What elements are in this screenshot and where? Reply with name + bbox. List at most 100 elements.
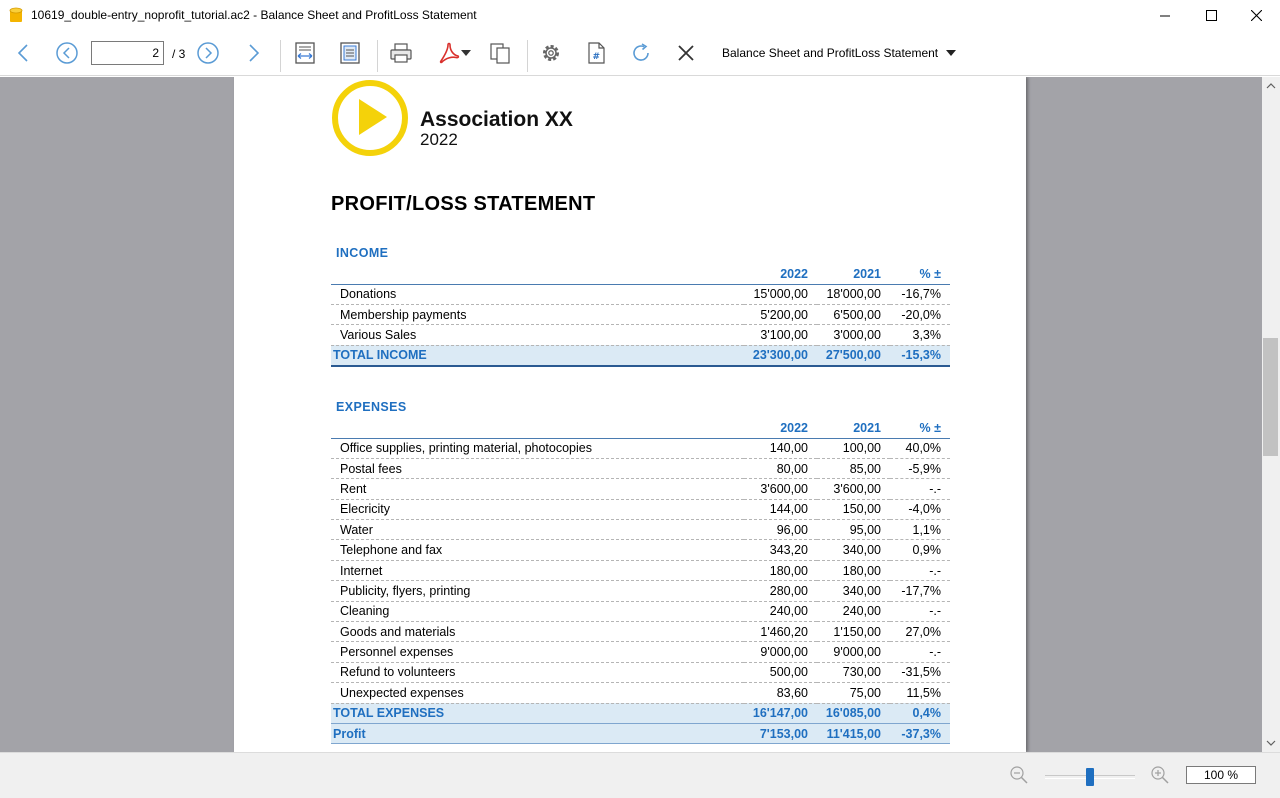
total-pct: 0,4% bbox=[890, 703, 950, 724]
table-row: Goods and materials 1'460,20 1'150,00 27,0% bbox=[331, 621, 950, 643]
next-page-button[interactable] bbox=[196, 38, 220, 68]
export-pdf-button[interactable] bbox=[432, 38, 476, 68]
row-label: Cleaning bbox=[331, 601, 744, 623]
caret-down-icon bbox=[946, 50, 957, 56]
table-row: Office supplies, printing material, phot… bbox=[331, 438, 950, 459]
table-row: Postal fees 80,00 85,00 -5,9% bbox=[331, 458, 950, 480]
value-2021: 95,00 bbox=[817, 519, 890, 541]
value-2021: 3'600,00 bbox=[817, 478, 890, 500]
value-pct: -17,7% bbox=[890, 580, 950, 602]
minimize-button[interactable] bbox=[1142, 0, 1188, 31]
column-header-description bbox=[331, 264, 744, 285]
scroll-up-icon[interactable] bbox=[1262, 79, 1280, 93]
row-label: Rent bbox=[331, 478, 744, 500]
play-logo-icon bbox=[359, 99, 387, 135]
next-button[interactable] bbox=[243, 38, 265, 68]
value-pct: -31,5% bbox=[890, 662, 950, 684]
value-2021: 9'000,00 bbox=[817, 641, 890, 663]
value-pct: 0,9% bbox=[890, 539, 950, 561]
value-pct: -.- bbox=[890, 641, 950, 663]
zoom-in-icon[interactable] bbox=[1150, 765, 1170, 785]
column-header-pct: % ± bbox=[890, 418, 950, 439]
total-2021: 16'085,00 bbox=[817, 703, 890, 724]
zoom-out-icon[interactable] bbox=[1009, 765, 1029, 785]
report-page: Association XX 2022 PROFIT/LOSS STATEMEN… bbox=[234, 77, 1026, 752]
chevron-right-icon bbox=[249, 44, 260, 62]
scrollbar-thumb[interactable] bbox=[1263, 338, 1278, 456]
table-row: Refund to volunteers 500,00 730,00 -31,5% bbox=[331, 662, 950, 684]
close-report-button[interactable] bbox=[673, 38, 699, 68]
total-expenses-row: TOTAL EXPENSES 16'147,00 16'085,00 0,4% bbox=[331, 703, 950, 724]
value-2021: 1'150,00 bbox=[817, 621, 890, 643]
row-label: Postal fees bbox=[331, 458, 744, 480]
table-row: Unexpected expenses 83,60 75,00 11,5% bbox=[331, 682, 950, 704]
scroll-down-icon[interactable] bbox=[1262, 736, 1280, 750]
maximize-button[interactable] bbox=[1188, 0, 1234, 31]
settings-button[interactable] bbox=[537, 38, 565, 68]
copy-button[interactable] bbox=[487, 38, 513, 68]
gear-icon bbox=[543, 45, 559, 61]
value-pct: -.- bbox=[890, 478, 950, 500]
row-label: Various Sales bbox=[331, 324, 744, 346]
page-number-input[interactable] bbox=[91, 41, 164, 65]
copy-icon bbox=[490, 43, 510, 64]
value-2021: 730,00 bbox=[817, 662, 890, 684]
value-2021: 3'000,00 bbox=[817, 324, 890, 346]
value-pct: -.- bbox=[890, 601, 950, 623]
table-row: Personnel expenses 9'000,00 9'000,00 -.- bbox=[331, 641, 950, 663]
chevron-left-icon bbox=[17, 44, 28, 62]
close-window-button[interactable] bbox=[1233, 0, 1279, 31]
expenses-table: 2022 2021 % ± Office supplies, printing … bbox=[331, 418, 950, 745]
svg-text:#: # bbox=[593, 52, 601, 62]
value-2021: 180,00 bbox=[817, 560, 890, 582]
logo bbox=[332, 80, 408, 156]
row-label: Personnel expenses bbox=[331, 641, 744, 663]
refresh-icon bbox=[633, 43, 649, 61]
value-2021: 240,00 bbox=[817, 601, 890, 623]
value-2022: 343,20 bbox=[744, 539, 817, 561]
status-bar bbox=[0, 752, 1280, 798]
value-2022: 3'100,00 bbox=[744, 324, 817, 346]
income-heading: INCOME bbox=[336, 246, 389, 260]
total-label: TOTAL EXPENSES bbox=[331, 703, 744, 724]
total-2021: 27'500,00 bbox=[817, 345, 890, 367]
toolbar-separator bbox=[377, 40, 378, 72]
table-row: Publicity, flyers, printing 280,00 340,00-… bbox=[331, 580, 950, 602]
previous-button[interactable] bbox=[12, 38, 34, 68]
toolbar-separator bbox=[280, 40, 281, 72]
table-row: Donations 15'000,00 18'000,00 -16,7% bbox=[331, 284, 950, 305]
previous-page-button[interactable] bbox=[55, 38, 79, 68]
expenses-heading: EXPENSES bbox=[336, 400, 407, 414]
document-hash-icon: # bbox=[588, 42, 605, 64]
row-label: Donations bbox=[331, 284, 744, 305]
zoom-slider-thumb[interactable] bbox=[1086, 768, 1094, 786]
column-header-description bbox=[331, 418, 744, 439]
window-title: 10619_double-entry_noprofit_tutorial.ac2… bbox=[31, 8, 477, 22]
print-button[interactable] bbox=[387, 38, 415, 68]
value-2021: 75,00 bbox=[817, 682, 890, 704]
refresh-button[interactable] bbox=[627, 38, 655, 68]
circle-chevron-right-icon bbox=[197, 42, 219, 64]
value-2022: 15'000,00 bbox=[744, 284, 817, 305]
value-2022: 3'600,00 bbox=[744, 478, 817, 500]
table-row: Membership payments 5'200,00 6'500,00 -2… bbox=[331, 304, 950, 326]
document-viewer[interactable]: Association XX 2022 PROFIT/LOSS STATEMEN… bbox=[0, 77, 1262, 752]
table-row: Elecricity 144,00 150,00 -4,0% bbox=[331, 499, 950, 521]
value-2022: 80,00 bbox=[744, 458, 817, 480]
report-select[interactable]: Balance Sheet and ProfitLoss Statement bbox=[716, 38, 957, 68]
value-2021: 340,00 bbox=[817, 539, 890, 561]
fit-width-button[interactable] bbox=[292, 38, 318, 68]
income-header-row: 2022 2021 % ± bbox=[331, 264, 950, 285]
value-pct: 11,5% bbox=[890, 682, 950, 704]
page-number-format-button[interactable]: # bbox=[583, 38, 609, 68]
profit-label: Profit bbox=[331, 723, 744, 745]
total-2022: 16'147,00 bbox=[744, 703, 817, 724]
value-pct: -5,9% bbox=[890, 458, 950, 480]
fit-page-button[interactable] bbox=[337, 38, 363, 68]
row-label: Publicity, flyers, printing bbox=[331, 580, 744, 602]
total-income-row: TOTAL INCOME 23'300,00 27'500,00 -15,3% bbox=[331, 345, 950, 367]
zoom-level-field[interactable]: 100 % bbox=[1186, 766, 1256, 784]
value-2022: 144,00 bbox=[744, 499, 817, 521]
pdf-icon bbox=[439, 42, 460, 64]
column-header-2021: 2021 bbox=[817, 418, 890, 439]
